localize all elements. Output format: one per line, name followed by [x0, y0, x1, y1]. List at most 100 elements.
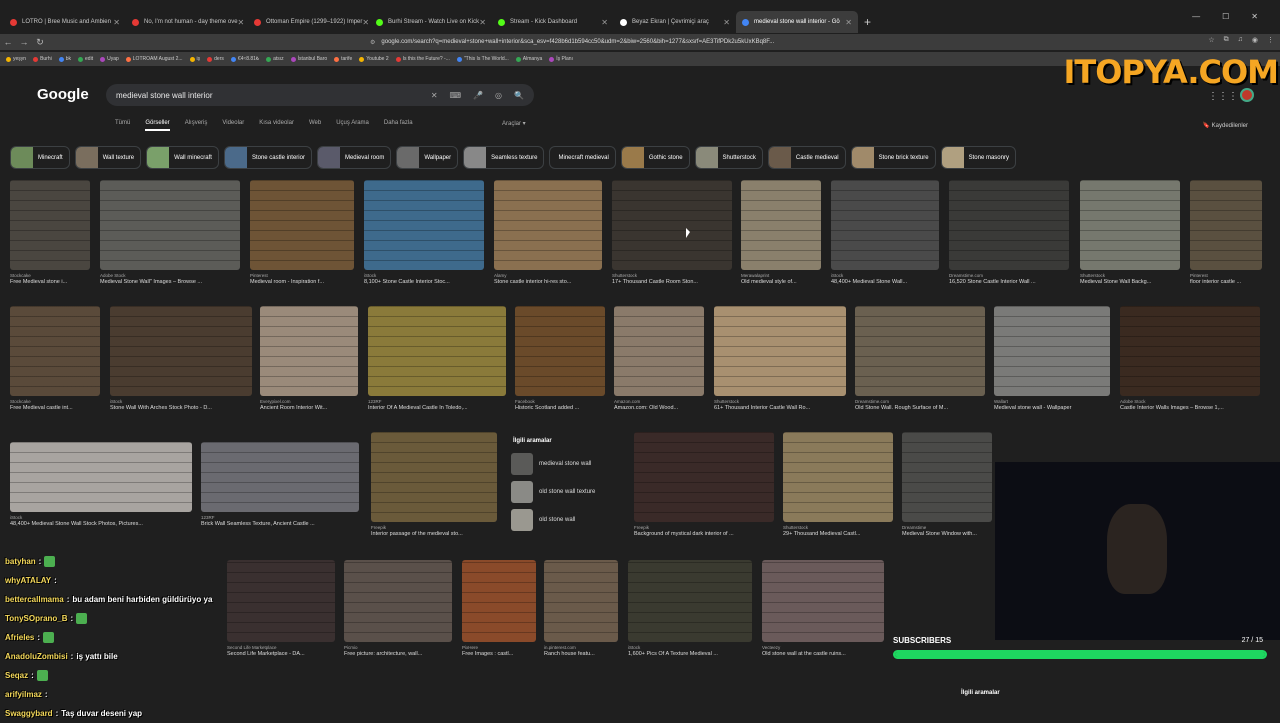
- image-result[interactable]: Amazon.com Amazon.com: Old Wood...: [614, 306, 704, 411]
- image-result[interactable]: Shutterstock 61+ Thousand Interior Castle…: [714, 306, 846, 411]
- tab-close-icon[interactable]: ✕: [845, 18, 852, 27]
- result-caption[interactable]: Stone Wall With Arches Stock Photo - D..…: [110, 405, 252, 411]
- result-thumbnail[interactable]: [783, 432, 893, 522]
- bookmark-item[interactable]: ders: [207, 56, 224, 62]
- result-caption[interactable]: 61+ Thousand Interior Castle Wall Ro...: [714, 405, 846, 411]
- maximize-icon[interactable]: ☐: [1222, 12, 1229, 21]
- bookmark-item[interactable]: Almanya: [515, 56, 542, 62]
- bookmark-item[interactable]: Burhi: [33, 56, 52, 62]
- result-caption[interactable]: 17+ Thousand Castle Room Ston...: [612, 279, 732, 285]
- refinement-chip[interactable]: Seamless texture: [463, 146, 545, 169]
- bookmark-item[interactable]: atsız: [266, 56, 284, 62]
- result-thumbnail[interactable]: [714, 306, 846, 396]
- microphone-icon[interactable]: 🎤: [473, 91, 483, 100]
- image-result[interactable]: iStock 48,400+ Medieval Stone Wall Stock …: [10, 442, 192, 527]
- image-result[interactable]: Adobe Stock Medieval Stone Wall" Images –…: [100, 180, 240, 285]
- result-caption[interactable]: Medieval room - Inspiration f...: [250, 279, 354, 285]
- result-caption[interactable]: Background of mystical dark interior of …: [634, 531, 774, 537]
- refinement-chip[interactable]: Wall minecraft: [146, 146, 219, 169]
- account-avatar[interactable]: [1240, 88, 1254, 102]
- image-result[interactable]: PixHere Free Images : castl...: [462, 560, 536, 657]
- result-caption[interactable]: Old Stone Wall. Rough Surface of M...: [855, 405, 985, 411]
- image-result[interactable]: 123RF Interior Of A Medieval Castle In To…: [368, 306, 506, 411]
- bookmark-item[interactable]: Youtube 2: [359, 56, 389, 62]
- result-thumbnail[interactable]: [110, 306, 252, 396]
- result-thumbnail[interactable]: [902, 432, 992, 522]
- result-caption[interactable]: Medieval Stone Window with...: [902, 531, 992, 537]
- result-caption[interactable]: Brick Wall Seamless Texture, Ancient Cas…: [201, 521, 359, 527]
- result-thumbnail[interactable]: [949, 180, 1069, 270]
- image-result[interactable]: Facebook Historic Scotland added ...: [515, 306, 605, 411]
- result-caption[interactable]: Old medieval style of...: [741, 279, 821, 285]
- result-thumbnail[interactable]: [1080, 180, 1180, 270]
- result-caption[interactable]: Amazon.com: Old Wood...: [614, 405, 704, 411]
- result-thumbnail[interactable]: [741, 180, 821, 270]
- result-caption[interactable]: Historic Scotland added ...: [515, 405, 605, 411]
- result-caption[interactable]: Interior Of A Medieval Castle In Toledo,…: [368, 405, 506, 411]
- refinement-chip[interactable]: Minecraft medieval: [549, 146, 616, 169]
- bookmark-item[interactable]: İş Planı: [549, 56, 573, 62]
- tab-close-icon[interactable]: ✕: [601, 18, 608, 27]
- tab-close-icon[interactable]: ✕: [113, 18, 120, 27]
- image-result[interactable]: Vecteezy Old stone wall at the castle rui…: [762, 560, 884, 657]
- refinement-chip[interactable]: Gothic stone: [620, 146, 690, 169]
- image-result[interactable]: Adobe Stock Castle Interior Walls Images …: [1120, 306, 1260, 411]
- image-result[interactable]: Dreamstime.com Old Stone Wall. Rough Surf…: [855, 306, 985, 411]
- bookmark-item[interactable]: İstanbul Baro: [290, 56, 327, 62]
- back-icon[interactable]: ←: [0, 37, 16, 47]
- search-tab[interactable]: Uçuş Arama: [336, 120, 369, 131]
- search-tab[interactable]: Videolar: [222, 120, 244, 131]
- result-caption[interactable]: Medieval Stone Wall Backg...: [1080, 279, 1180, 285]
- related-search-item[interactable]: old stone wall texture: [507, 478, 623, 506]
- keyboard-icon[interactable]: ⌨: [450, 91, 462, 100]
- clear-icon[interactable]: ✕: [431, 91, 438, 100]
- result-caption[interactable]: Old stone wall at the castle ruins...: [762, 651, 884, 657]
- result-thumbnail[interactable]: [544, 560, 618, 642]
- image-result[interactable]: Freepik Interior passage of the medieval …: [371, 432, 497, 537]
- saved-button[interactable]: 🔖 Kaydedilenler: [1203, 122, 1249, 129]
- result-thumbnail[interactable]: [250, 180, 354, 270]
- image-result[interactable]: Wallart Medieval stone wall - Wallpaper: [994, 306, 1110, 411]
- media-icon[interactable]: ♫: [1238, 36, 1243, 44]
- result-thumbnail[interactable]: [10, 306, 100, 396]
- bookmark-item[interactable]: "This Is The World...: [456, 56, 509, 62]
- result-caption[interactable]: 16,520 Stone Castle Interior Wall ...: [949, 279, 1069, 285]
- image-result[interactable]: Everypixel.com Ancient Room Interior Wit.…: [260, 306, 358, 411]
- reload-icon[interactable]: ↻: [32, 37, 48, 48]
- refinement-chip[interactable]: Castle medieval: [767, 146, 846, 169]
- result-thumbnail[interactable]: [10, 442, 192, 512]
- result-thumbnail[interactable]: [994, 306, 1110, 396]
- refinement-chip[interactable]: Stone brick texture: [850, 146, 936, 169]
- result-caption[interactable]: 48,400+ Medieval Stone Wall Stock Photos…: [10, 521, 192, 527]
- related-search-item[interactable]: medieval stone wall: [507, 450, 623, 478]
- result-thumbnail[interactable]: [612, 180, 732, 270]
- new-tab-icon[interactable]: +: [864, 15, 871, 29]
- menu-icon[interactable]: ⋮: [1267, 36, 1274, 44]
- result-thumbnail[interactable]: [371, 432, 497, 522]
- image-result[interactable]: iStock 48,400+ Medieval Stone Wall...: [831, 180, 939, 285]
- browser-tab[interactable]: Burhi Stream - Watch Live on Kick ✕: [370, 11, 492, 33]
- apps-grid-icon[interactable]: ⋮⋮⋮: [1208, 91, 1238, 102]
- result-thumbnail[interactable]: [855, 306, 985, 396]
- result-thumbnail[interactable]: [515, 306, 605, 396]
- result-caption[interactable]: floor interior castle ...: [1190, 279, 1262, 285]
- browser-tab[interactable]: Stream - Kick Dashboard ✕: [492, 11, 614, 33]
- tab-close-icon[interactable]: ✕: [479, 18, 486, 27]
- result-caption[interactable]: Ancient Room Interior Wit...: [260, 405, 358, 411]
- extensions-icon[interactable]: ⧉: [1224, 36, 1229, 44]
- browser-tab[interactable]: LOTRO | Bree Music and Ambien ✕: [4, 11, 126, 33]
- result-thumbnail[interactable]: [368, 306, 506, 396]
- image-result[interactable]: Pinterest floor interior castle ...: [1190, 180, 1262, 285]
- result-thumbnail[interactable]: [10, 180, 90, 270]
- bookmark-item[interactable]: iş: [189, 56, 200, 62]
- result-thumbnail[interactable]: [462, 560, 536, 642]
- profile-icon[interactable]: ◉: [1252, 36, 1258, 44]
- result-caption[interactable]: 48,400+ Medieval Stone Wall...: [831, 279, 939, 285]
- image-result[interactable]: in.pinterest.com Ranch house featu...: [544, 560, 618, 657]
- refinement-chip[interactable]: Stone castle interior: [223, 146, 312, 169]
- result-caption[interactable]: Free Medieval stone i...: [10, 279, 90, 285]
- result-caption[interactable]: Free Medieval castle int...: [10, 405, 100, 411]
- image-result[interactable]: iStock 8,100+ Stone Castle Interior Stoc.…: [364, 180, 484, 285]
- search-tab[interactable]: Alışveriş: [185, 120, 208, 131]
- address-bar[interactable]: ⚙ google.com/search?q=medieval+stone+wal…: [370, 35, 910, 49]
